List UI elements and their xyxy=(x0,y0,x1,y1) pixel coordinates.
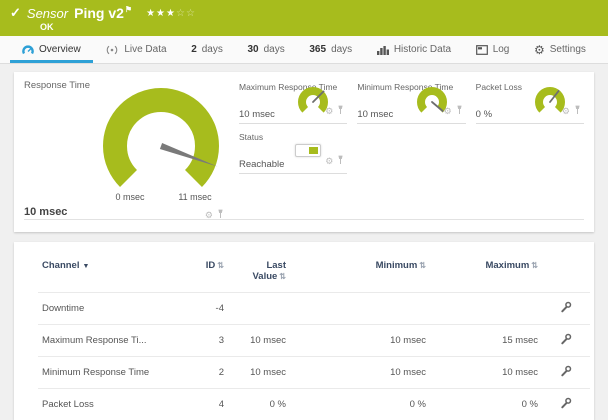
min-response-time-card: Minimum Response Time 10 msec ⚙ xyxy=(357,80,466,124)
tab-live-data[interactable]: Live Data xyxy=(101,36,170,63)
page-title: Ping v2⚑ xyxy=(74,5,133,21)
tab-bar: Overview Live Data 2 days 30 days 365 da… xyxy=(0,36,608,64)
table-row-minimum-response-time[interactable]: Minimum Response Time 2 10 msec 10 msec … xyxy=(38,356,590,389)
pin-icon[interactable] xyxy=(455,102,464,120)
tab-overview[interactable]: Overview xyxy=(10,36,93,63)
status-card: Status Reachable ⚙ xyxy=(239,130,348,174)
max-response-time-card: Maximum Response Time 10 msec ⚙ xyxy=(239,80,348,124)
channel-gear-icon[interactable]: ⚙ xyxy=(562,106,570,116)
status-toggle-indicator xyxy=(295,144,322,157)
gauge-value: 0 % xyxy=(475,109,493,120)
tab-settings[interactable]: ⚙ Settings xyxy=(530,36,590,63)
pin-icon[interactable] xyxy=(216,206,225,224)
column-header-maximum[interactable]: Maximum ⇅ xyxy=(430,252,542,293)
empty-cell xyxy=(357,130,465,174)
status-ok-check-icon: ✓ xyxy=(10,5,21,20)
sort-descending-icon: ▼ xyxy=(82,263,90,270)
sort-icon: ⇅ xyxy=(217,261,224,270)
column-header-last-value[interactable]: Last Value ⇅ xyxy=(228,252,290,293)
gauges-panel: Response Time 0 msec 11 msec 10 msec ⚙ M… xyxy=(14,72,594,232)
gauge-scale-max: 11 msec xyxy=(178,192,212,202)
packet-loss-card: Packet Loss 0 % ⚙ xyxy=(475,80,584,124)
channel-settings-wrench-icon[interactable] xyxy=(560,301,572,316)
sort-icon: ⇅ xyxy=(419,261,426,270)
sort-icon: ⇅ xyxy=(531,261,538,270)
table-row-downtime[interactable]: Downtime -4 xyxy=(38,292,590,325)
channel-settings-wrench-icon[interactable] xyxy=(560,333,572,348)
priority-stars[interactable]: ★★★☆☆ xyxy=(146,8,196,19)
gauge-value: 10 msec xyxy=(239,109,275,120)
tab-log[interactable]: Log xyxy=(472,36,514,63)
channel-gear-icon[interactable]: ⚙ xyxy=(444,106,452,116)
live-signal-icon xyxy=(105,45,119,55)
tab-historic-data[interactable]: Historic Data xyxy=(373,36,455,63)
column-header-minimum[interactable]: Minimum ⇅ xyxy=(290,252,430,293)
overview-content: Response Time 0 msec 11 msec 10 msec ⚙ M… xyxy=(0,64,608,420)
table-row-packet-loss[interactable]: Packet Loss 4 0 % 0 % 0 % xyxy=(38,388,590,420)
channel-settings-wrench-icon[interactable] xyxy=(560,397,572,412)
log-icon xyxy=(475,44,488,55)
pin-icon[interactable] xyxy=(573,102,582,120)
channel-settings-wrench-icon[interactable] xyxy=(560,365,572,380)
tab-30-days[interactable]: 30 days xyxy=(244,36,289,63)
pin-icon[interactable] xyxy=(336,102,345,120)
pin-icon[interactable] xyxy=(336,152,345,170)
channel-table: Channel ▼ ID ⇅ Last Value ⇅ Minimum ⇅ Maximu… xyxy=(38,252,590,420)
gauge-value: 10 msec xyxy=(357,109,394,120)
gear-icon: ⚙ xyxy=(534,42,545,57)
sort-icon: ⇅ xyxy=(279,272,286,281)
column-header-id[interactable]: ID ⇅ xyxy=(188,252,228,293)
sensor-header: ✓ Sensor Ping v2⚑ ★★★☆☆ OK xyxy=(0,0,608,36)
channel-gear-icon[interactable]: ⚙ xyxy=(325,106,333,116)
tab-365-days[interactable]: 365 days xyxy=(305,36,356,63)
gauge-icon xyxy=(22,44,34,56)
object-type-label: Sensor xyxy=(26,5,69,21)
bar-chart-icon xyxy=(376,45,389,55)
response-time-gauge-card: Response Time 0 msec 11 msec 10 msec ⚙ xyxy=(24,80,229,220)
gauge-value: 10 msec xyxy=(24,206,68,218)
status-badge: OK xyxy=(40,22,54,32)
column-header-channel[interactable]: Channel ▼ xyxy=(38,252,188,293)
empty-cell xyxy=(476,130,584,174)
channel-gear-icon[interactable]: ⚙ xyxy=(205,210,213,220)
flag-icon[interactable]: ⚑ xyxy=(125,5,132,14)
channel-gear-icon[interactable]: ⚙ xyxy=(325,156,333,166)
status-value: Reachable xyxy=(239,159,285,170)
tab-2-days[interactable]: 2 days xyxy=(187,36,227,63)
mini-gauge-grid: Maximum Response Time 10 msec ⚙ Minimum … xyxy=(239,80,584,224)
column-header-actions xyxy=(542,252,590,293)
channel-table-panel: Channel ▼ ID ⇅ Last Value ⇅ Minimum ⇅ Maximu… xyxy=(14,242,594,420)
gauge-scale-min: 0 msec xyxy=(115,192,145,202)
table-row-maximum-response-time[interactable]: Maximum Response Ti... 3 10 msec 10 msec… xyxy=(38,324,590,357)
response-time-gauge xyxy=(103,88,219,187)
